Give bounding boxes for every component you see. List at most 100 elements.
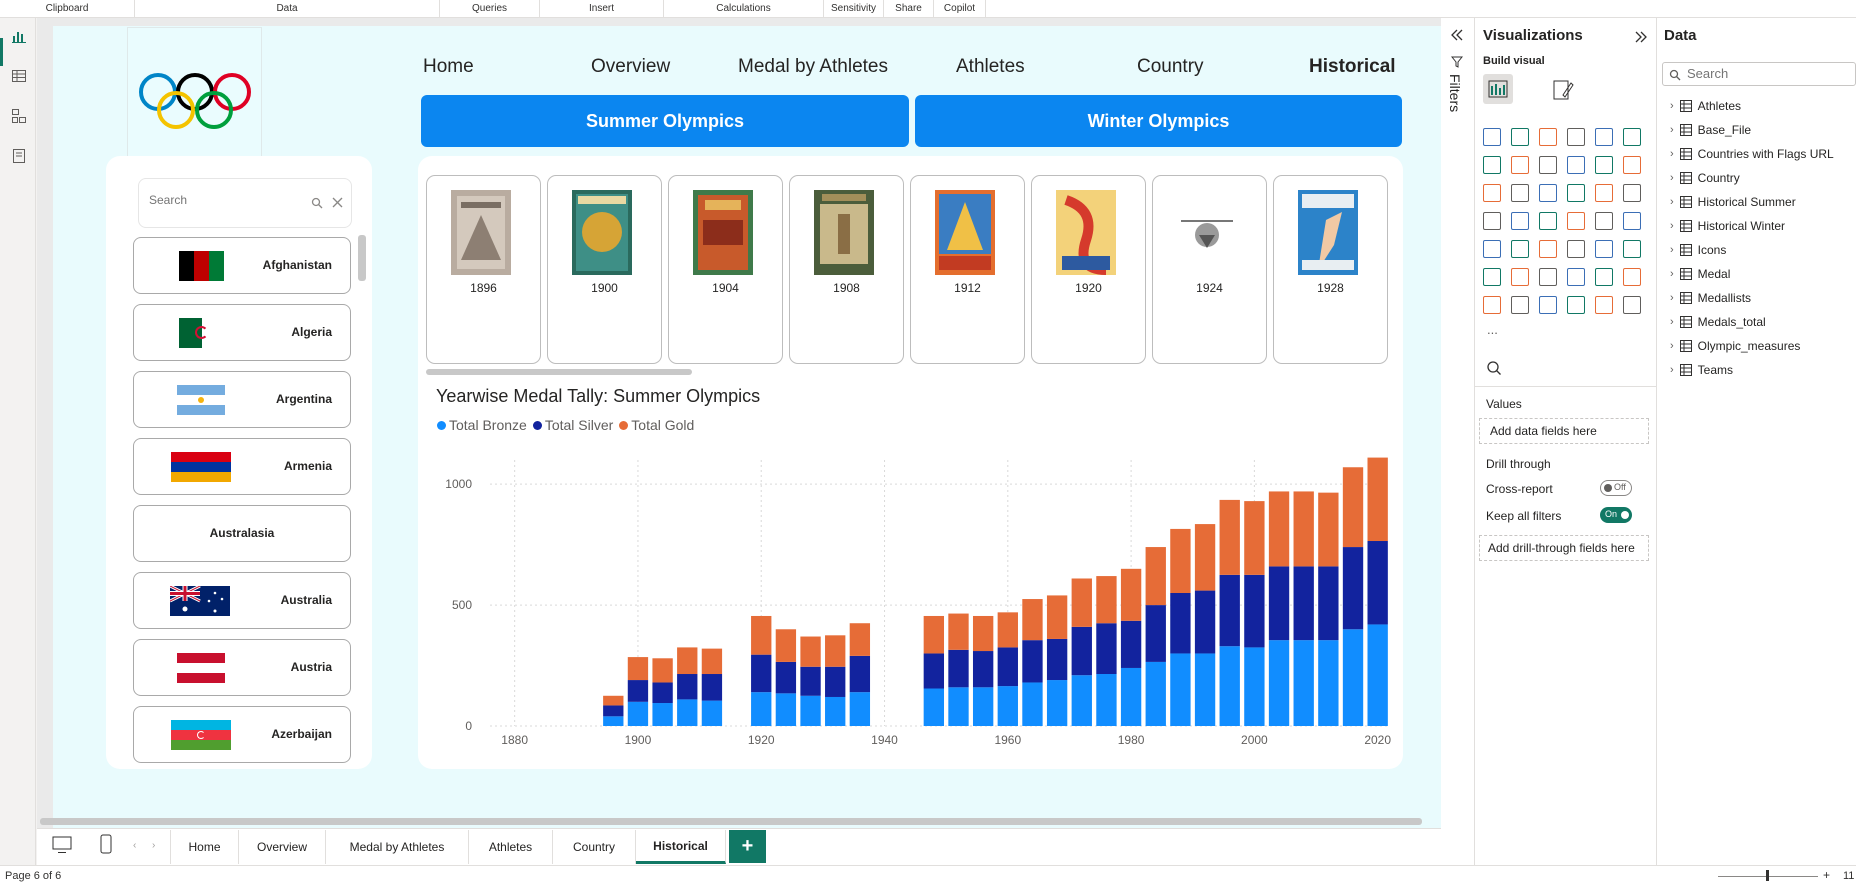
chevron-right-icon[interactable]: › — [1670, 268, 1674, 280]
chevron-right-icon[interactable]: › — [1670, 244, 1674, 256]
data-table-item[interactable]: › Countries with Flags URL — [1670, 147, 1834, 161]
data-table-item[interactable]: › Athletes — [1670, 99, 1741, 113]
page-tab-country[interactable]: Country — [553, 830, 636, 864]
collapse-visualizations-icon[interactable] — [1634, 30, 1648, 44]
visual-type-icon[interactable] — [1483, 268, 1501, 286]
table-view-icon[interactable] — [9, 66, 29, 86]
visual-type-icon[interactable] — [1511, 240, 1529, 258]
chevron-right-icon[interactable]: › — [1670, 340, 1674, 352]
values-drop-zone[interactable]: Add data fields here — [1479, 418, 1649, 444]
slicer-search-box[interactable] — [138, 178, 352, 228]
ribbon-group-copilot[interactable]: Copilot — [934, 0, 986, 18]
keep-filters-toggle[interactable]: On — [1600, 507, 1632, 523]
winter-olympics-button[interactable]: Winter Olympics — [915, 95, 1402, 147]
legend-item-bronze[interactable]: Total Bronze — [437, 417, 527, 433]
visual-type-icon[interactable] — [1539, 184, 1557, 202]
visual-type-icon[interactable] — [1567, 240, 1585, 258]
filters-pane-collapsed[interactable]: Filters — [1441, 18, 1475, 865]
visual-type-icon[interactable] — [1511, 296, 1529, 314]
visual-type-icon[interactable] — [1483, 212, 1501, 230]
nav-tab-country[interactable]: Country — [1137, 56, 1204, 78]
visual-type-icon[interactable] — [1595, 240, 1613, 258]
chevron-right-icon[interactable]: › — [1670, 148, 1674, 160]
visual-type-icon[interactable] — [1483, 128, 1501, 146]
data-table-item[interactable]: › Medal — [1670, 267, 1730, 281]
add-page-button[interactable]: + — [729, 830, 766, 863]
country-item-australia[interactable]: Australia — [133, 572, 351, 629]
chevron-right-icon[interactable]: › — [1670, 316, 1674, 328]
data-table-item[interactable]: › Teams — [1670, 363, 1733, 377]
chevron-right-icon[interactable]: › — [1670, 292, 1674, 304]
country-item-azerbaijan[interactable]: Azerbaijan — [133, 706, 351, 763]
data-table-item[interactable]: › Base_File — [1670, 123, 1751, 137]
summer-olympics-button[interactable]: Summer Olympics — [421, 95, 909, 147]
visual-type-icon[interactable] — [1483, 156, 1501, 174]
ribbon-group-insert[interactable]: Insert — [540, 0, 664, 18]
visual-type-icon[interactable] — [1483, 240, 1501, 258]
visual-type-icon[interactable] — [1595, 268, 1613, 286]
next-page-icon[interactable]: › — [152, 840, 155, 851]
visual-type-icon[interactable] — [1567, 128, 1585, 146]
slicer-scrollbar[interactable] — [358, 235, 366, 281]
data-table-item[interactable]: › Historical Summer — [1670, 195, 1796, 209]
expand-filters-icon[interactable] — [1450, 28, 1464, 42]
visual-type-icon[interactable] — [1595, 184, 1613, 202]
data-search-box[interactable] — [1662, 62, 1856, 86]
visual-type-icon[interactable] — [1511, 268, 1529, 286]
chevron-right-icon[interactable]: › — [1670, 220, 1674, 232]
format-visual-icon[interactable] — [1551, 78, 1575, 102]
analytics-icon[interactable] — [1486, 360, 1502, 376]
chevron-right-icon[interactable]: › — [1670, 364, 1674, 376]
visual-type-icon[interactable] — [1567, 268, 1585, 286]
model-view-icon[interactable] — [9, 106, 29, 126]
cross-report-toggle[interactable]: Off — [1600, 480, 1632, 496]
ribbon-group-sensitivity[interactable]: Sensitivity — [824, 0, 884, 18]
country-item-afghanistan[interactable]: Afghanistan — [133, 237, 351, 294]
legend-item-silver[interactable]: Total Silver — [532, 417, 613, 433]
data-table-item[interactable]: › Medals_total — [1670, 315, 1766, 329]
visual-type-icon[interactable] — [1623, 156, 1641, 174]
country-item-armenia[interactable]: Armenia — [133, 438, 351, 495]
poster-card-1928[interactable]: 1928 — [1273, 175, 1388, 364]
visual-type-icon[interactable] — [1595, 296, 1613, 314]
page-tab-historical[interactable]: Historical — [636, 830, 726, 864]
poster-card-1924[interactable]: 1924 — [1152, 175, 1267, 364]
visual-type-icon[interactable] — [1595, 156, 1613, 174]
visual-type-icon[interactable] — [1567, 156, 1585, 174]
visual-type-icon[interactable] — [1511, 128, 1529, 146]
clear-search-icon[interactable] — [331, 196, 344, 209]
more-visuals-icon[interactable]: ... — [1487, 322, 1498, 337]
canvas-horizontal-scrollbar[interactable] — [40, 818, 1422, 825]
chevron-right-icon[interactable]: › — [1670, 124, 1674, 136]
visual-type-icon[interactable] — [1539, 156, 1557, 174]
visual-type-icon[interactable] — [1623, 212, 1641, 230]
poster-card-1912[interactable]: 1912 — [910, 175, 1025, 364]
zoom-in-icon[interactable]: + — [1823, 868, 1830, 882]
nav-tab-overview[interactable]: Overview — [591, 56, 670, 78]
visual-type-icon[interactable] — [1511, 212, 1529, 230]
visual-type-icon[interactable] — [1539, 212, 1557, 230]
visual-type-icon[interactable] — [1623, 240, 1641, 258]
ribbon-group-calculations[interactable]: Calculations — [664, 0, 824, 18]
country-item-austria[interactable]: Austria — [133, 639, 351, 696]
poster-card-1896[interactable]: 1896 — [426, 175, 541, 364]
visual-type-icon[interactable] — [1511, 184, 1529, 202]
poster-card-1908[interactable]: 1908 — [789, 175, 904, 364]
dax-query-view-icon[interactable] — [9, 146, 29, 166]
visual-type-icon[interactable] — [1511, 156, 1529, 174]
zoom-slider-thumb[interactable] — [1766, 870, 1769, 881]
visual-type-icon[interactable] — [1539, 128, 1557, 146]
data-table-item[interactable]: › Historical Winter — [1670, 219, 1785, 233]
page-tab-home[interactable]: Home — [170, 830, 239, 864]
poster-card-1900[interactable]: 1900 — [547, 175, 662, 364]
previous-page-icon[interactable]: ‹ — [133, 840, 136, 851]
visual-type-icon[interactable] — [1623, 296, 1641, 314]
country-item-algeria[interactable]: Algeria — [133, 304, 351, 361]
country-item-australasia[interactable]: Australasia — [133, 505, 351, 562]
visual-type-icon[interactable] — [1539, 268, 1557, 286]
data-table-item[interactable]: › Country — [1670, 171, 1740, 185]
ribbon-group-clipboard[interactable]: Clipboard — [0, 0, 135, 18]
build-visual-tab[interactable] — [1483, 74, 1513, 104]
visual-type-icon[interactable] — [1567, 296, 1585, 314]
nav-tab-medal-by-athletes[interactable]: Medal by Athletes — [738, 56, 888, 78]
